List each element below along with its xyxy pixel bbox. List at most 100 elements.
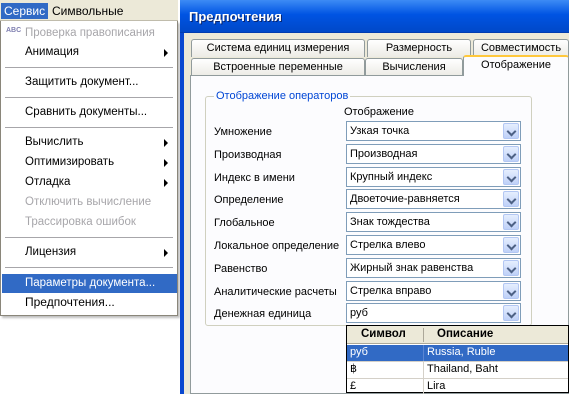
menu-item-label: Проверка правописания [25, 27, 155, 39]
chevron-down-icon[interactable] [503, 237, 519, 253]
tab-display[interactable]: Отображение [463, 55, 569, 76]
menu-item-label: Параметры документа... [25, 277, 156, 289]
menu-item-label: Анимация [25, 46, 79, 58]
menu-separator [5, 67, 173, 68]
submenu-arrow-icon [164, 49, 168, 57]
chevron-down-icon[interactable] [503, 146, 519, 162]
header-divider [423, 328, 424, 342]
combo-definition[interactable]: Двоеточие-равняется [346, 189, 521, 209]
combo-currency[interactable]: руб [346, 303, 521, 323]
label-symbolic-evaluation: Аналитические расчеты [214, 286, 337, 298]
menu-separator [5, 237, 173, 238]
menu-item-label: Лицензия [25, 246, 77, 258]
menu-item-label: Отладка [25, 176, 71, 188]
chevron-down-icon[interactable] [503, 283, 519, 299]
column-divider [423, 379, 424, 394]
menu-item-spell-check[interactable]: ABC Проверка правописания [2, 24, 177, 43]
combo-value: Производная [350, 148, 418, 160]
header-symbol[interactable]: Символ [361, 328, 406, 340]
menu-item-license[interactable]: Лицензия [2, 243, 177, 262]
chevron-down-icon[interactable] [503, 305, 519, 321]
chevron-down-icon[interactable] [503, 169, 519, 185]
column-divider [423, 345, 424, 361]
combo-name-index[interactable]: Крупный индекс [346, 167, 521, 187]
label-multiplication: Умножение [214, 126, 272, 138]
combo-value: Знак тождества [350, 216, 430, 228]
menu-service[interactable]: Сервис [1, 3, 49, 19]
currency-description: Lira [427, 380, 446, 392]
menu-item-label: Трассировка ошибок [25, 216, 136, 228]
currency-list-header: Символ Описание [347, 326, 568, 344]
chevron-down-icon[interactable] [503, 214, 519, 230]
combo-value: Крупный индекс [350, 171, 433, 183]
tab-builtin-variables[interactable]: Встроенные переменные [191, 58, 365, 76]
menu-item-document-parameters[interactable]: Параметры документа... [2, 274, 177, 293]
currency-symbol: ฿ [350, 363, 357, 375]
column-divider [423, 362, 424, 378]
combo-symbolic-evaluation[interactable]: Стрелка вправо [346, 281, 521, 301]
menu-item-animation[interactable]: Анимация [2, 43, 177, 62]
column-header-display: Отображение [344, 106, 414, 118]
submenu-arrow-icon [164, 249, 168, 257]
menu-item-label: Защитить документ... [25, 76, 139, 88]
tab-calculations[interactable]: Вычисления [365, 58, 463, 76]
menu-item-calculate[interactable]: Вычислить [2, 133, 177, 152]
combo-equality[interactable]: Жирный знак равенства [346, 258, 521, 278]
label-name-index: Индекс в имени [214, 172, 295, 184]
menu-item-disable-calculation[interactable]: Отключить вычисление [2, 193, 177, 212]
label-currency: Денежная единица [214, 308, 312, 320]
group-title: Отображение операторов [214, 90, 351, 102]
submenu-arrow-icon [164, 179, 168, 187]
menu-item-debug[interactable]: Отладка [2, 173, 177, 192]
currency-symbol: £ [350, 380, 357, 392]
currency-description: Thailand, Baht [427, 363, 498, 375]
combo-value: Двоеточие-равняется [350, 193, 460, 205]
label-local-definition: Локальное определение [214, 240, 340, 252]
combo-value: Стрелка вправо [350, 285, 432, 297]
menu-separator [5, 127, 173, 128]
currency-symbol: руб [350, 346, 368, 358]
label-global: Глобальное [214, 217, 275, 229]
menu-bar: Сервис Символьные операции [0, 0, 178, 34]
dialog-title-bar[interactable]: Предпочтения [180, 0, 569, 33]
menu-item-label: Сравнить документы... [25, 106, 148, 118]
tab-dimension[interactable]: Размерность [367, 39, 471, 57]
submenu-arrow-icon [164, 139, 168, 147]
currency-row[interactable]: ฿ Thailand, Baht [347, 362, 568, 378]
spell-check-icon: ABC [6, 27, 22, 34]
menu-separator [5, 97, 173, 98]
currency-row[interactable]: £ Lira [347, 379, 568, 394]
tab-units-system[interactable]: Система единиц измерения [191, 39, 365, 57]
combo-value: руб [350, 307, 368, 319]
chevron-down-icon[interactable] [503, 123, 519, 139]
currency-dropdown-list: Символ Описание руб Russia, Ruble ฿ Thai… [346, 325, 569, 394]
combo-multiplication[interactable]: Узкая точка [346, 121, 521, 141]
submenu-arrow-icon [164, 159, 168, 167]
menu-item-label: Отключить вычисление [25, 196, 152, 208]
menu-item-compare-documents[interactable]: Сравнить документы... [2, 103, 177, 122]
menu-item-label: Вычислить [25, 136, 84, 148]
label-derivative: Производная [214, 149, 282, 161]
combo-value: Стрелка влево [350, 239, 426, 251]
menu-item-label: Оптимизировать [25, 156, 115, 168]
combo-derivative[interactable]: Производная [346, 144, 521, 164]
menu-item-optimize[interactable]: Оптимизировать [2, 153, 177, 172]
menu-item-label: Предпочтения... [25, 295, 115, 309]
header-description[interactable]: Описание [437, 328, 493, 340]
dialog-title: Предпочтения [189, 9, 282, 24]
chevron-down-icon[interactable] [503, 191, 519, 207]
currency-description: Russia, Ruble [427, 346, 496, 358]
currency-row[interactable]: руб Russia, Ruble [347, 345, 568, 361]
combo-value: Жирный знак равенства [350, 262, 474, 274]
label-equality: Равенство [214, 263, 268, 275]
service-menu: ABC Проверка правописания Анимация Защит… [0, 21, 178, 316]
label-definition: Определение [214, 194, 284, 206]
menu-symbolic-operations[interactable]: Символьные операции [49, 3, 178, 34]
menu-item-trace-errors[interactable]: Трассировка ошибок [2, 213, 177, 232]
combo-local-definition[interactable]: Стрелка влево [346, 235, 521, 255]
chevron-down-icon[interactable] [503, 260, 519, 276]
menu-item-protect-document[interactable]: Защитить документ... [2, 73, 177, 92]
menu-item-preferences[interactable]: Предпочтения... [2, 293, 177, 312]
menu-separator [5, 267, 173, 268]
combo-global[interactable]: Знак тождества [346, 212, 521, 232]
